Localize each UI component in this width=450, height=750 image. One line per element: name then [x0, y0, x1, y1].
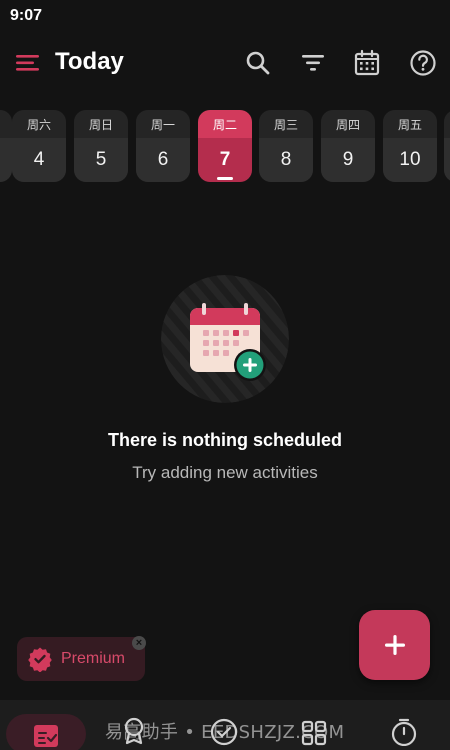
premium-close-button[interactable]: ×: [132, 636, 146, 650]
day-chip[interactable]: 周五 3: [0, 110, 12, 182]
day-number: 3: [0, 138, 12, 182]
help-icon: [410, 50, 436, 76]
day-number: 11: [444, 138, 450, 182]
status-bar: 9:07: [0, 0, 450, 32]
day-weekday: 周五: [0, 110, 12, 138]
page-title: Today: [55, 48, 124, 75]
day-strip: 周五 3 周六 4 周日 5 周一 6 周二 7 周三 8 周四 9 周五 10…: [0, 110, 450, 184]
day-weekday: 周日: [74, 110, 128, 138]
empty-state-title: There is nothing scheduled: [107, 430, 343, 450]
day-weekday: 周四: [321, 110, 375, 138]
day-chip[interactable]: 周日 5: [74, 110, 128, 182]
day-chip[interactable]: 周六 11: [444, 110, 450, 182]
empty-state-subtitle: Try adding new activities: [132, 463, 318, 482]
search-button[interactable]: [243, 48, 273, 78]
empty-state-illustration: [160, 274, 290, 404]
day-number: 9: [321, 138, 375, 182]
search-icon: [246, 51, 270, 75]
day-weekday: 周三: [259, 110, 313, 138]
watermark: 易高助手 • EEDSHZJZ.COM: [105, 722, 345, 743]
day-chip[interactable]: 周五 10: [383, 110, 437, 182]
day-chip[interactable]: 周三 8: [259, 110, 313, 182]
status-time: 9:07: [10, 7, 43, 24]
app-bar: Today: [0, 40, 450, 86]
add-activity-button[interactable]: [359, 610, 430, 680]
filter-icon: [302, 55, 324, 71]
nav-item-timer[interactable]: [388, 714, 428, 750]
day-weekday: 周六: [444, 110, 450, 138]
day-number: 8: [259, 138, 313, 182]
day-number: 4: [12, 138, 66, 182]
day-chip[interactable]: 周一 6: [136, 110, 190, 182]
day-number: 10: [383, 138, 437, 182]
premium-label: Premium: [61, 650, 126, 667]
help-button[interactable]: [408, 48, 438, 78]
verified-badge-icon: [28, 647, 52, 672]
day-chip[interactable]: 周六 4: [12, 110, 66, 182]
timer-icon: [391, 718, 417, 747]
nav-item-today[interactable]: [6, 714, 86, 750]
menu-button[interactable]: [14, 50, 42, 76]
calendar-add-icon: [161, 275, 289, 403]
filter-button[interactable]: [298, 48, 328, 78]
today-checklist-icon: [34, 725, 58, 747]
menu-icon: [16, 55, 39, 71]
premium-chip[interactable]: Premium: [17, 637, 145, 681]
plus-icon: [384, 635, 405, 655]
calendar-button[interactable]: [352, 48, 382, 78]
day-number: 5: [74, 138, 128, 182]
day-weekday: 周五: [383, 110, 437, 138]
close-icon: ×: [135, 636, 143, 649]
day-weekday: 周六: [12, 110, 66, 138]
selected-indicator: [217, 177, 233, 180]
calendar-icon: [354, 49, 380, 76]
day-chip[interactable]: 周四 9: [321, 110, 375, 182]
day-weekday: 周一: [136, 110, 190, 138]
day-weekday: 周二: [198, 110, 252, 138]
day-chip-selected[interactable]: 周二 7: [198, 110, 252, 182]
day-number: 7: [198, 138, 252, 182]
day-number: 6: [136, 138, 190, 182]
